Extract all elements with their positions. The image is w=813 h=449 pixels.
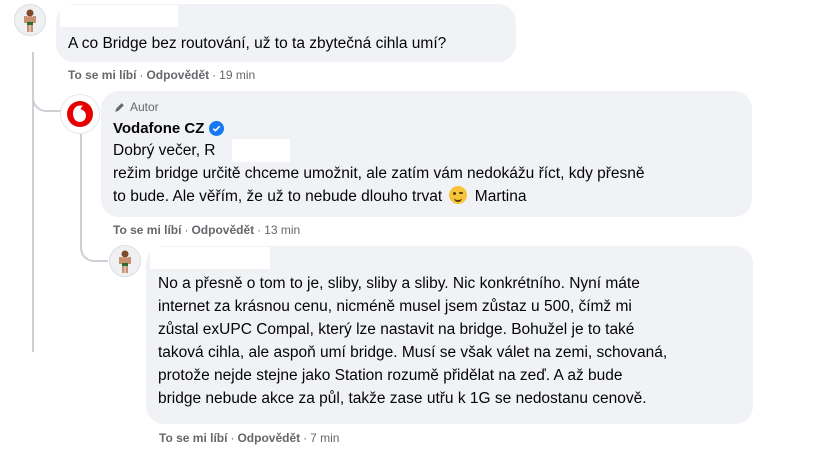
timestamp[interactable]: 7 min — [310, 431, 339, 445]
thread-curve — [32, 82, 62, 112]
thread-curve-2 — [80, 234, 108, 262]
reply-line: No a přesně o tom to je, sliby, sliby a … — [158, 275, 640, 292]
timestamp[interactable]: 13 min — [264, 223, 300, 237]
reply-link[interactable]: Odpovědět — [237, 431, 300, 445]
redacted-author — [150, 247, 270, 269]
user-figure-icon — [110, 246, 140, 276]
avatar[interactable] — [60, 94, 100, 134]
author-badge: Autor — [113, 100, 159, 114]
timestamp[interactable]: 19 min — [219, 68, 255, 82]
pencil-icon — [115, 102, 124, 112]
verified-icon — [209, 121, 225, 136]
like-link[interactable]: To se mi líbí — [113, 223, 181, 237]
comment-actions: To se mi líbí · Odpovědět · 19 min — [68, 68, 256, 82]
vodafone-logo-icon — [67, 101, 93, 127]
author-name[interactable]: Vodafone CZ — [113, 120, 225, 137]
reply-line: Dobrý večer, R — [113, 142, 216, 159]
author-tag-label: Autor — [130, 100, 159, 114]
redacted-author — [60, 5, 178, 27]
like-link[interactable]: To se mi líbí — [68, 68, 136, 82]
reply-line: zůstal exUPC Compal, který lze nastavit … — [158, 321, 635, 338]
avatar[interactable] — [109, 245, 141, 277]
reply-line: to bude. Ale věřím, že už to nebude dlou… — [113, 186, 527, 205]
like-link[interactable]: To se mi líbí — [159, 431, 227, 445]
user-figure-icon — [15, 5, 45, 35]
reply-actions: To se mi líbí · Odpovědět · 13 min — [113, 223, 301, 237]
thread-line-2 — [80, 134, 82, 234]
avatar[interactable] — [14, 4, 46, 36]
reply-link[interactable]: Odpovědět — [191, 223, 254, 237]
reply-line: bridge nebude akce za půl, takže zase ut… — [158, 390, 647, 407]
redacted-name — [232, 139, 290, 162]
comment-text: A co Bridge bez routování, už to ta zbyt… — [68, 35, 447, 52]
reply-line: taková cihla, ale aspoň umí bridge. Musí… — [158, 344, 668, 361]
wink-emoji-icon — [449, 186, 468, 204]
reply-line: internet za krásnou cenu, nicméně musel … — [158, 298, 632, 315]
reply-actions: To se mi líbí · Odpovědět · 7 min — [159, 431, 340, 445]
reply-line: režim bridge určitě chceme umožnit, ale … — [113, 165, 645, 182]
reply-line: protože nejde stejne jako Station rozumě… — [158, 367, 623, 384]
reply-link[interactable]: Odpovědět — [146, 68, 209, 82]
